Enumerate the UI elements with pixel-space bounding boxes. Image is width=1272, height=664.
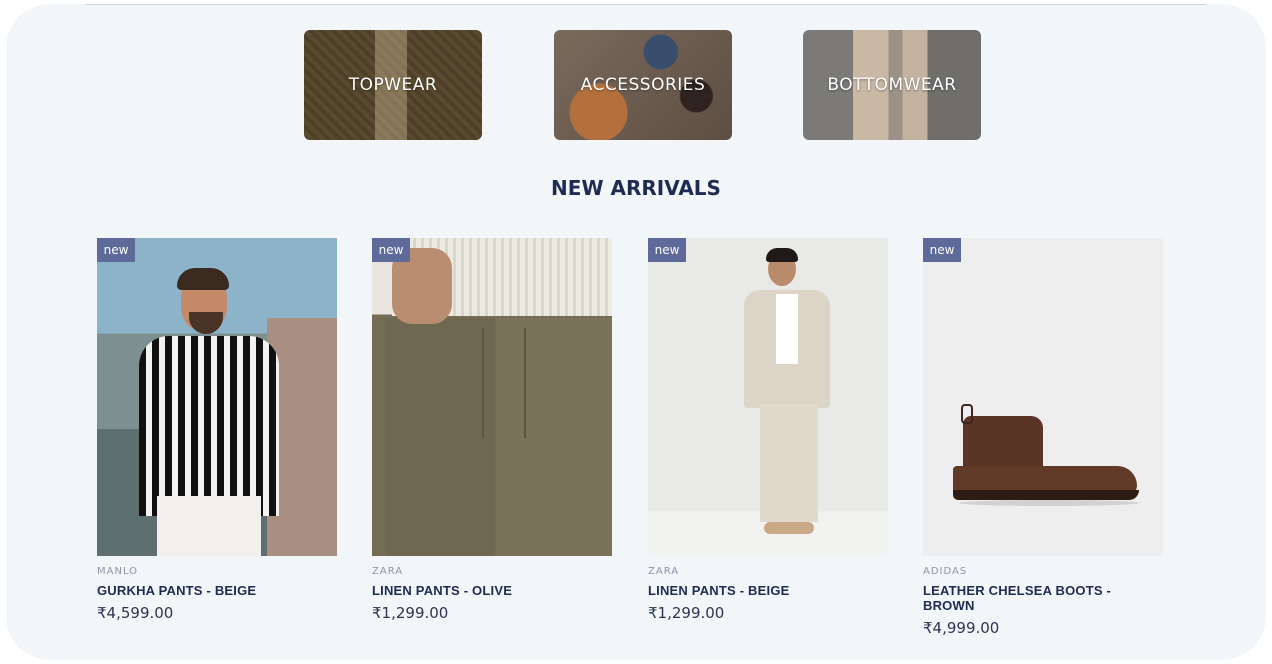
model-hair: [177, 268, 229, 290]
linen-trousers: [760, 404, 818, 522]
product-name[interactable]: LINEN PANTS - BEIGE: [648, 583, 888, 598]
product-card[interactable]: new ZARA LINEN PANTS - OLIVE ₹1,299.00: [372, 238, 612, 622]
shoes: [764, 522, 814, 534]
new-badge: new: [372, 238, 410, 262]
product-card[interactable]: new MANLO GURKHA PANTS - BEIGE ₹4,599.00: [97, 238, 337, 622]
product-price: ₹4,999.00: [923, 619, 1000, 637]
model-hair: [766, 248, 798, 262]
product-price: ₹4,599.00: [97, 604, 174, 622]
boot-sole: [953, 490, 1139, 500]
category-tile-topwear[interactable]: TOPWEAR: [304, 30, 482, 140]
pants-leg: [386, 318, 494, 556]
category-tile-accessories[interactable]: ACCESSORIES: [554, 30, 732, 140]
product-brand: ZARA: [648, 566, 680, 577]
product-name[interactable]: LINEN PANTS - OLIVE: [372, 583, 612, 598]
striped-shirt: [139, 336, 279, 516]
boot-shadow: [959, 500, 1139, 506]
product-name[interactable]: LEATHER CHELSEA BOOTS - BROWN: [923, 583, 1163, 613]
white-shirt: [776, 294, 798, 364]
model-beard: [189, 312, 223, 334]
product-brand: ZARA: [372, 566, 404, 577]
drawstring: [482, 328, 526, 438]
product-image[interactable]: new: [372, 238, 612, 556]
new-badge: new: [923, 238, 961, 262]
product-image[interactable]: new: [923, 238, 1163, 556]
product-price: ₹1,299.00: [648, 604, 725, 622]
product-price: ₹1,299.00: [372, 604, 449, 622]
new-badge: new: [648, 238, 686, 262]
product-image[interactable]: new: [97, 238, 337, 556]
category-tile-bottomwear[interactable]: BOTTOMWEAR: [803, 30, 981, 140]
category-label: TOPWEAR: [348, 75, 438, 95]
product-card[interactable]: new ADIDAS LEATHER CHELSEA BOOTS - BROWN…: [923, 238, 1163, 637]
boot-pull-tab: [961, 404, 973, 424]
section-title: NEW ARRIVALS: [551, 176, 721, 200]
product-brand: MANLO: [97, 566, 139, 577]
new-badge: new: [97, 238, 135, 262]
divider: [86, 4, 1206, 5]
category-label: BOTTOMWEAR: [827, 75, 957, 95]
product-brand: ADIDAS: [923, 566, 968, 577]
category-label: ACCESSORIES: [580, 75, 706, 95]
product-card[interactable]: new ZARA LINEN PANTS - BEIGE ₹1,299.00: [648, 238, 888, 622]
product-name[interactable]: GURKHA PANTS - BEIGE: [97, 583, 337, 598]
white-pants: [157, 496, 261, 556]
product-image[interactable]: new: [648, 238, 888, 556]
